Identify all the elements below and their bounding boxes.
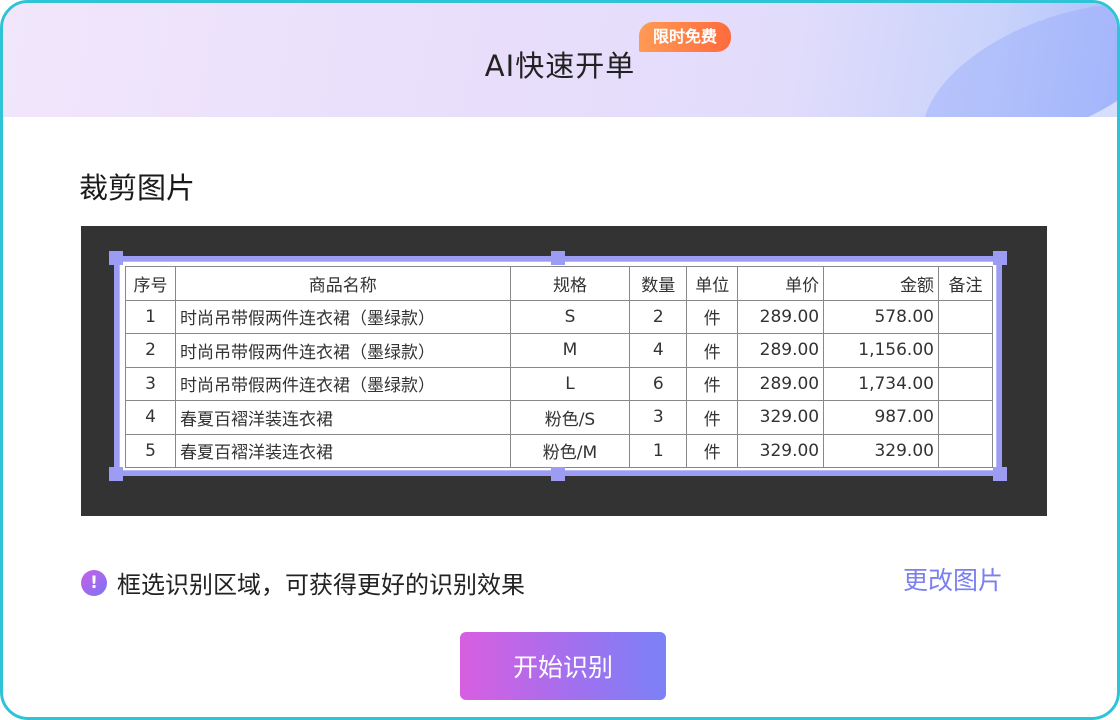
dialog-frame: AI快速开单 限时免费 裁剪图片 序号 商品名称 规格 数量 单位 单价 金额 … — [0, 0, 1120, 720]
section-title: 裁剪图片 — [79, 171, 196, 205]
change-image-link[interactable]: 更改图片 — [903, 561, 1003, 597]
crop-handle-top-right[interactable] — [993, 251, 1007, 265]
crop-selection-box[interactable] — [109, 251, 1007, 481]
crop-handle-bottom[interactable] — [551, 467, 565, 481]
tip-text: 框选识别区域，可获得更好的识别效果 — [117, 571, 525, 599]
free-badge: 限时免费 — [639, 22, 732, 52]
crop-tip: ! 框选识别区域，可获得更好的识别效果 — [81, 565, 525, 600]
crop-handle-top-left[interactable] — [109, 251, 123, 265]
start-recognition-button[interactable]: 开始识别 — [460, 632, 666, 700]
dialog-header: AI快速开单 限时免费 — [3, 3, 1117, 117]
crop-canvas[interactable]: 序号 商品名称 规格 数量 单位 单价 金额 备注 1 时尚吊带假两件连衣裙（墨… — [81, 226, 1047, 516]
dialog-title: AI快速开单 — [484, 49, 636, 83]
crop-handle-bottom-left[interactable] — [109, 467, 123, 481]
crop-handle-top[interactable] — [551, 251, 565, 265]
crop-handle-bottom-right[interactable] — [993, 467, 1007, 481]
exclamation-icon: ! — [81, 569, 107, 596]
